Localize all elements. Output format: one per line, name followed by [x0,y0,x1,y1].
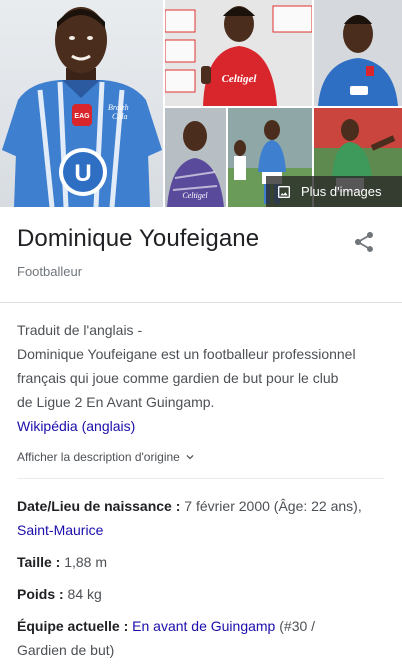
wikipedia-link[interactable]: Wikipédia (anglais) [17,418,135,434]
photo-purple-kit[interactable]: Celtigel [165,108,226,207]
image-icon [278,185,290,198]
svg-text:EAG: EAG [74,113,90,120]
entity-description: Traduit de l'anglais - Dominique Youfeig… [17,318,357,438]
fact-value: 84 kg [63,586,102,602]
entity-title: Dominique Youfeigane [17,225,260,252]
svg-text:U: U [74,160,91,187]
knowledge-panel-header: Dominique Youfeigane Footballeur [0,207,402,303]
svg-text:Breizh: Breizh [108,103,129,112]
fact-current-team: Équipe actuelle : En avant de Guingamp (… [17,614,362,662]
chevron-down-icon [186,455,194,460]
fact-value: 1,88 m [60,554,108,570]
main-player-photo[interactable]: EAG U Breizh Cola [0,0,163,207]
section-divider [17,478,384,479]
image-gallery: EAG U Breizh Cola Celtigel Celtigel Plus… [0,0,402,207]
fact-weight: Poids : 84 kg [17,582,362,606]
fact-height: Taille : 1,88 m [17,550,362,574]
fact-birth: Date/Lieu de naissance : 7 février 2000 … [17,494,362,542]
player-photo-illustration: EAG U Breizh Cola [2,7,162,207]
fact-value: 7 février 2000 (Âge: 22 ans), [180,498,362,514]
share-button[interactable] [352,230,376,254]
photo-illustration: Celtigel [165,0,312,106]
svg-text:Cola: Cola [112,112,128,121]
photo-illustration [314,0,402,106]
show-original-label: Afficher la description d'origine [17,450,180,464]
entity-subtitle: Footballeur [17,264,83,279]
show-original-description[interactable]: Afficher la description d'origine [17,450,197,464]
fact-label: Date/Lieu de naissance : [17,498,181,514]
fact-label: Poids : [17,586,64,602]
team-link[interactable]: En avant de Guingamp [132,618,275,634]
translation-note: Traduit de l'anglais - [17,322,143,338]
photo-red-shirt[interactable]: Celtigel [165,0,312,106]
fact-label: Équipe actuelle : [17,618,129,634]
photo-blue-shirt[interactable] [314,0,402,106]
description-text: Dominique Youfeigane est un footballeur … [17,346,356,410]
more-images-button[interactable]: Plus d'images [266,176,402,207]
birthplace-link[interactable]: Saint-Maurice [17,522,103,538]
fact-label: Taille : [17,554,61,570]
svg-text:Celtigel: Celtigel [182,191,208,200]
svg-text:Celtigel: Celtigel [222,73,258,85]
more-images-label: Plus d'images [301,184,382,199]
share-icon [355,232,373,252]
photo-illustration: Celtigel [165,108,226,207]
